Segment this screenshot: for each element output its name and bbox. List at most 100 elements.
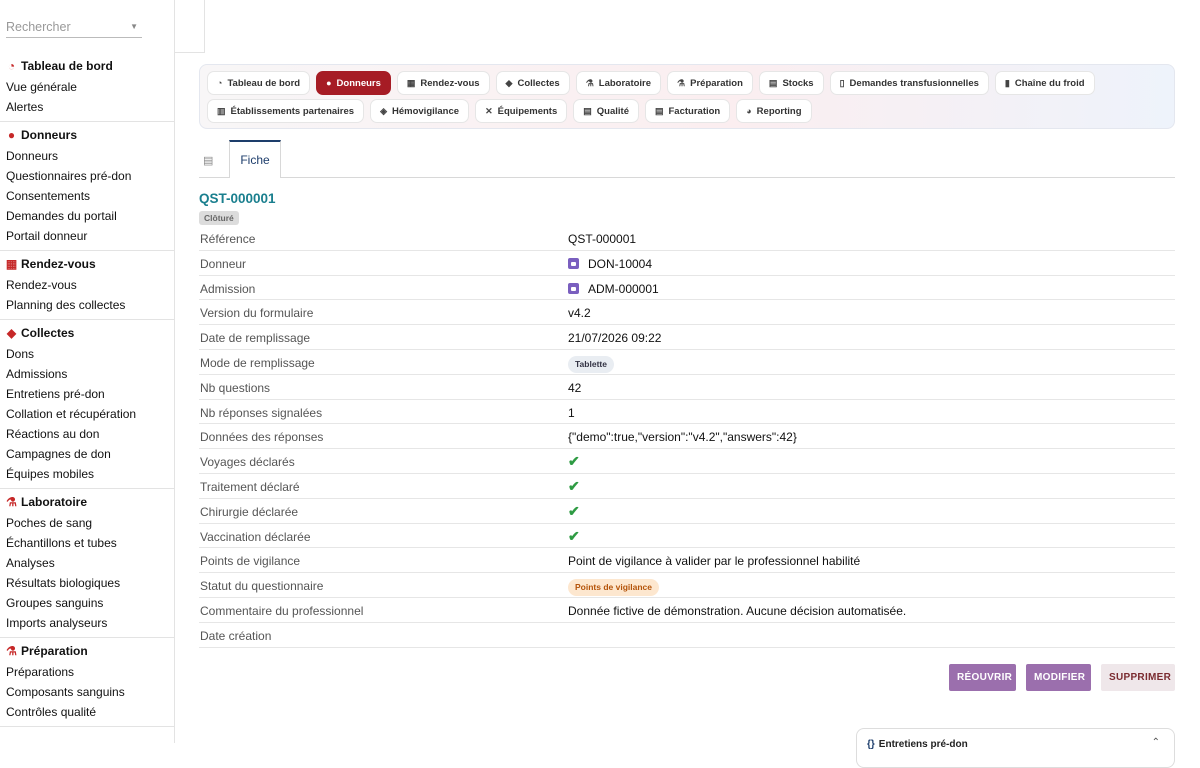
warehouse-icon: ▤ xyxy=(768,77,778,88)
record-link-icon xyxy=(568,282,579,294)
sidebar-item[interactable]: Rendez-vous xyxy=(0,275,174,295)
sidebar-item[interactable]: Analyses xyxy=(0,553,174,573)
sidebar-item[interactable]: Groupes sanguins xyxy=(0,593,174,613)
module-tab-label: Rendez-vous xyxy=(420,77,480,89)
tools-icon: ✕ xyxy=(485,105,493,116)
sidebar-item[interactable]: Collation et récupération xyxy=(0,404,174,424)
field-badge: Tablette xyxy=(568,355,614,373)
record-title: QST-000001 xyxy=(199,191,276,206)
sidebar-section-header[interactable]: ◆ Collectes xyxy=(0,322,174,344)
field-row: Points de vigilance Point de vigilance à … xyxy=(199,548,1175,574)
module-tab-label: Reporting xyxy=(756,105,802,117)
sidebar-item[interactable]: Vue générale xyxy=(0,77,174,97)
sidebar-item[interactable]: Réactions au don xyxy=(0,424,174,444)
invoice-icon: ▤ xyxy=(654,105,664,116)
field-value: Point de vigilance à valider par le prof… xyxy=(568,554,861,569)
field-label: Points de vigilance xyxy=(200,554,301,569)
field-value: 1 xyxy=(568,405,575,420)
sidebar-section-header[interactable]: ◔ Tableau de bord xyxy=(0,55,174,77)
check-icon: ✔ xyxy=(568,527,580,544)
sidebar-item[interactable]: Campagnes de don xyxy=(0,444,174,464)
module-tab[interactable]: ◔ Tableau de bord xyxy=(207,71,311,95)
field-value: ✔ xyxy=(568,502,580,520)
field-value: ✔ xyxy=(568,453,580,470)
search-input[interactable]: Rechercher ▼ xyxy=(6,15,142,38)
sidebar-item[interactable]: Demandes du portail xyxy=(0,206,174,226)
chevron-down-icon[interactable]: ▼ xyxy=(130,22,138,31)
module-tab[interactable]: ▮ Chaîne du froid xyxy=(994,71,1095,95)
sidebar-item[interactable]: Alertes xyxy=(0,97,174,117)
sidebar-section-header[interactable]: ▦ Rendez-vous xyxy=(0,253,174,275)
sidebar-item[interactable]: Dons xyxy=(0,344,174,364)
sidebar-section-header[interactable]: ● Donneurs xyxy=(0,124,174,146)
module-tab[interactable]: ▤ Qualité xyxy=(573,99,639,123)
sidebar-item[interactable]: Donneurs xyxy=(0,146,174,166)
check-icon: ✔ xyxy=(568,502,580,519)
sidebar-item[interactable]: Préparations xyxy=(0,662,174,682)
sidebar-section-header[interactable]: ⚗ Préparation xyxy=(0,640,174,662)
field-link-text: DON-10004 xyxy=(588,256,653,271)
microscope-icon: ⚗ xyxy=(6,495,17,509)
field-value: v4.2 xyxy=(568,306,591,321)
tab-bar: ▤ Fiche xyxy=(199,140,1175,178)
list-icon[interactable]: ▤ xyxy=(203,154,213,167)
field-label: Vaccination déclarée xyxy=(200,529,311,544)
sidebar-section-title: Collectes xyxy=(21,326,75,340)
sidebar-section-header[interactable]: ⚗ Laboratoire xyxy=(0,491,174,513)
field-row: Nb réponses signalées 1 xyxy=(199,400,1175,425)
module-tab[interactable]: ◕ Reporting xyxy=(736,99,812,123)
module-tab[interactable]: ▤ Stocks xyxy=(758,71,824,95)
module-tab[interactable]: ▦ Rendez-vous xyxy=(396,71,490,95)
microscope-icon: ⚗ xyxy=(585,77,594,88)
module-tab[interactable]: ✕ Équipements xyxy=(475,99,568,123)
field-value: {"demo":true,"version":"v4.2","answers":… xyxy=(568,430,797,445)
edit-button[interactable]: MODIFIER xyxy=(1026,664,1091,691)
gauge-icon: ◔ xyxy=(217,78,223,88)
sidebar-item[interactable]: Planning des collectes xyxy=(0,295,174,315)
field-link[interactable]: ADM-000001 xyxy=(568,282,659,296)
user-icon: ● xyxy=(7,128,16,142)
sidebar-item[interactable]: Équipes mobiles xyxy=(0,464,174,484)
sidebar-item[interactable]: Contrôles qualité xyxy=(0,702,174,722)
sidebar-item[interactable]: Consentements xyxy=(0,186,174,206)
module-row-1: ◔ Tableau de bord ● Donneurs ▦ Rendez-vous ◆ Co… xyxy=(207,71,1095,95)
module-tab[interactable]: ▥ Établissements partenaires xyxy=(207,99,365,123)
module-tab[interactable]: ⚗ Préparation xyxy=(667,71,753,95)
sidebar-item[interactable]: Composants sanguins xyxy=(0,682,174,702)
sidebar-item[interactable]: Entretiens pré-don xyxy=(0,384,174,404)
field-row: Voyages déclarés ✔ xyxy=(199,449,1175,474)
field-label: Version du formulaire xyxy=(200,306,314,321)
module-tab[interactable]: ◆ Collectes xyxy=(495,71,570,95)
field-label: Chirurgie déclarée xyxy=(200,504,299,519)
field-row: Admission ADM-000001 xyxy=(199,276,1175,301)
tab-fiche[interactable]: Fiche xyxy=(229,140,281,178)
calendar-icon: ▦ xyxy=(406,77,416,88)
field-label: Voyages déclarés xyxy=(200,455,295,470)
sidebar-item[interactable]: Portail donneur xyxy=(0,226,174,246)
module-tab[interactable]: ▯ Demandes transfusionnelles xyxy=(829,71,989,95)
sidebar-item[interactable]: Imports analyseurs xyxy=(0,613,174,633)
field-row: Statut du questionnaire Points de vigilan… xyxy=(199,573,1175,598)
sidebar-item[interactable]: Échantillons et tubes xyxy=(0,533,174,553)
field-value: ✔ xyxy=(568,527,580,545)
related-panel[interactable]: {} Entretiens pré-don ⌃ xyxy=(856,728,1175,768)
gauge-icon: ◔ xyxy=(7,59,16,73)
sidebar-item[interactable]: Résultats biologiques xyxy=(0,573,174,593)
sidebar-item[interactable]: Questionnaires pré-don xyxy=(0,166,174,186)
delete-button[interactable]: SUPPRIMER xyxy=(1101,664,1175,691)
module-tab[interactable]: ⚗ Laboratoire xyxy=(575,71,662,95)
module-tab[interactable]: ● Donneurs xyxy=(316,71,391,95)
module-tab[interactable]: ▤ Facturation xyxy=(644,99,731,123)
sidebar-item[interactable]: Admissions xyxy=(0,364,174,384)
sidebar-section: ⚗ Préparation Préparations Composants sangu… xyxy=(0,638,174,727)
module-tab[interactable]: ◈ Hémovigilance xyxy=(370,99,470,123)
field-row: Mode de remplissage Tablette xyxy=(199,350,1175,375)
field-label: Données des réponses xyxy=(200,430,324,445)
search-placeholder: Rechercher xyxy=(6,20,71,34)
sidebar-section-title: Donneurs xyxy=(21,128,78,142)
sidebar-item[interactable]: Poches de sang xyxy=(0,513,174,533)
field-link[interactable]: DON-10004 xyxy=(568,257,652,271)
field-label: Traitement déclaré xyxy=(200,479,300,494)
sidebar-section-title: Laboratoire xyxy=(21,495,88,509)
reopen-button[interactable]: RÉOUVRIR xyxy=(949,664,1016,691)
